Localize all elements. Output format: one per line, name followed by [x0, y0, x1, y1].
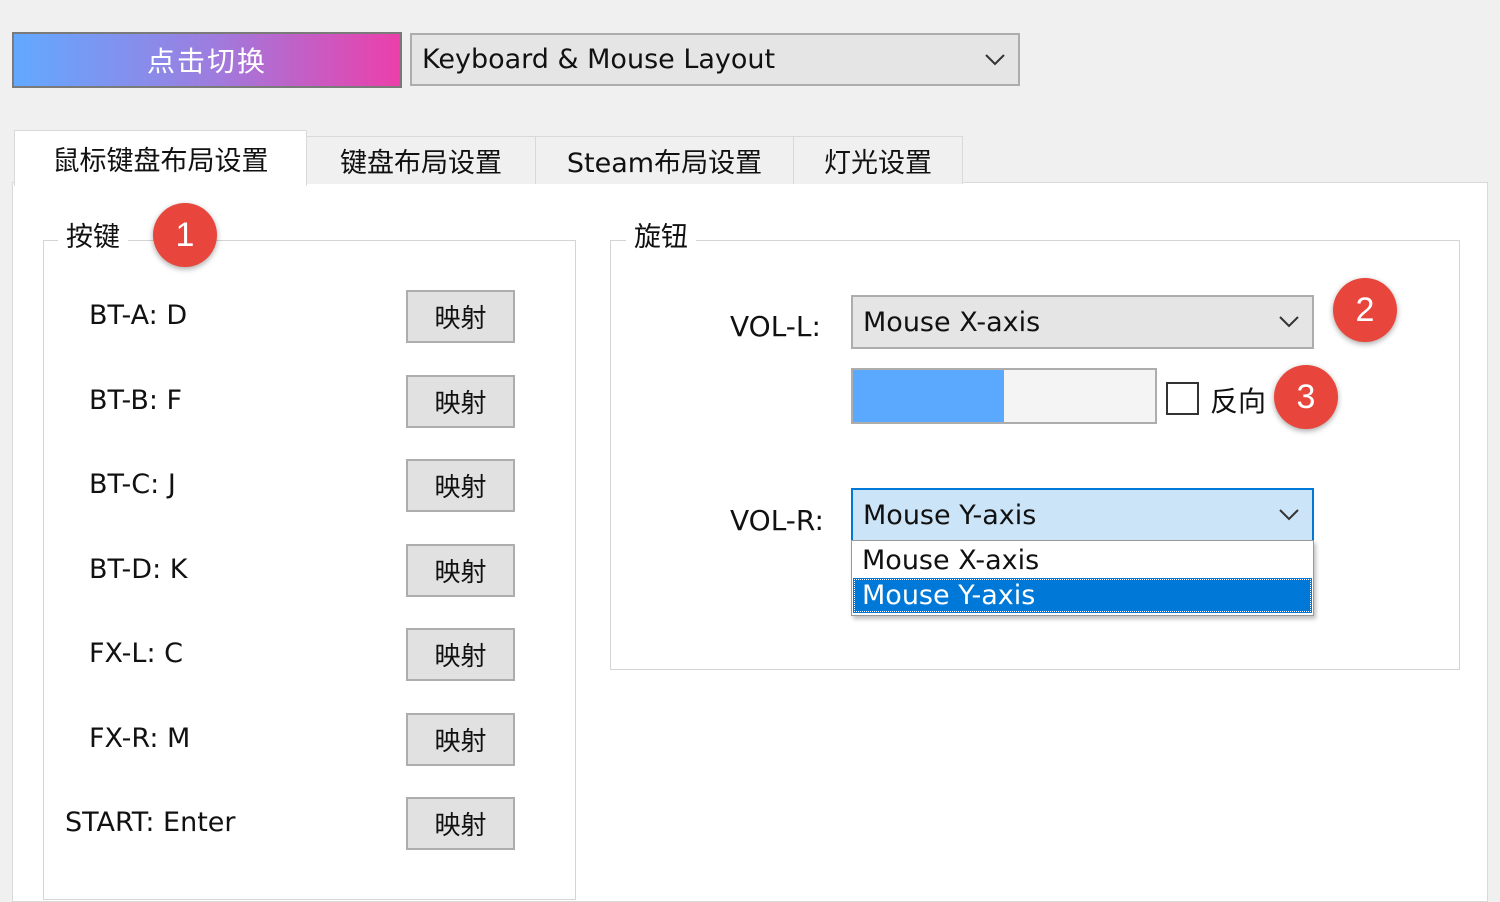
tab-steam-layout[interactable]: Steam布局设置: [535, 136, 794, 184]
switch-button[interactable]: 点击切换: [12, 32, 402, 88]
vol-l-select-value: Mouse X-axis: [863, 306, 1041, 338]
key-label: FX-R: M: [89, 723, 190, 754]
vol-l-progress-bar: [851, 368, 1157, 424]
map-button[interactable]: 映射: [406, 797, 515, 850]
key-value: F: [166, 384, 183, 416]
key-name: BT-D:: [89, 553, 162, 585]
map-button[interactable]: 映射: [406, 628, 515, 681]
key-name: BT-A:: [89, 300, 158, 331]
chevron-down-icon: [985, 53, 1005, 65]
key-name: FX-L:: [89, 638, 156, 669]
key-value: C: [164, 638, 184, 669]
key-label: BT-D: K: [89, 554, 187, 585]
tab-keyboard-layout[interactable]: 键盘布局设置: [306, 136, 536, 184]
map-button[interactable]: 映射: [406, 374, 515, 428]
annotation-badge-2: 2: [1333, 278, 1397, 342]
knob-group-title: 旋钮: [626, 223, 696, 253]
annotation-badge-1: 1: [153, 203, 217, 267]
key-value: Enter: [163, 807, 236, 838]
key-value: J: [167, 469, 176, 500]
vol-l-select[interactable]: Mouse X-axis: [851, 295, 1314, 349]
vol-r-label: VOL-R:: [730, 504, 824, 537]
map-button[interactable]: 映射: [406, 543, 515, 597]
key-label: FX-L: C: [89, 638, 183, 669]
key-name: FX-R:: [89, 722, 159, 754]
key-label: BT-A: D: [89, 300, 187, 331]
annotation-badge-3: 3: [1274, 365, 1338, 429]
vol-r-dropdown-list: Mouse X-axis Mouse Y-axis: [851, 540, 1314, 616]
key-label: START: Enter: [65, 807, 236, 838]
tab-lighting[interactable]: 灯光设置: [793, 136, 963, 184]
layout-select-value: Keyboard & Mouse Layout: [422, 44, 776, 75]
key-value: D: [166, 300, 188, 331]
dropdown-option-mouse-x-axis[interactable]: Mouse X-axis: [853, 543, 1312, 578]
map-button[interactable]: 映射: [406, 459, 515, 512]
chevron-down-icon: [1279, 509, 1299, 521]
key-label: BT-B: F: [89, 385, 182, 416]
reverse-label[interactable]: 反向: [1210, 380, 1266, 420]
key-value: M: [167, 722, 191, 754]
tab-mouse-keyboard-layout[interactable]: 鼠标键盘布局设置: [14, 130, 307, 186]
map-button[interactable]: 映射: [406, 290, 515, 343]
map-button[interactable]: 映射: [406, 712, 515, 766]
reverse-checkbox[interactable]: [1166, 382, 1199, 415]
buttons-group-title: 按键: [58, 223, 128, 253]
key-label: BT-C: J: [89, 469, 176, 500]
vol-r-select[interactable]: Mouse Y-axis: [851, 488, 1314, 542]
chevron-down-icon: [1279, 316, 1299, 328]
key-name: BT-B:: [89, 384, 158, 416]
key-name: START:: [65, 807, 155, 838]
key-name: BT-C:: [89, 469, 160, 500]
dropdown-option-mouse-y-axis[interactable]: Mouse Y-axis: [853, 578, 1312, 613]
vol-r-select-value: Mouse Y-axis: [863, 499, 1037, 531]
key-value: K: [169, 553, 188, 585]
progress-fill: [853, 370, 1004, 422]
layout-select[interactable]: Keyboard & Mouse Layout: [410, 33, 1020, 86]
vol-l-label: VOL-L:: [730, 310, 821, 343]
